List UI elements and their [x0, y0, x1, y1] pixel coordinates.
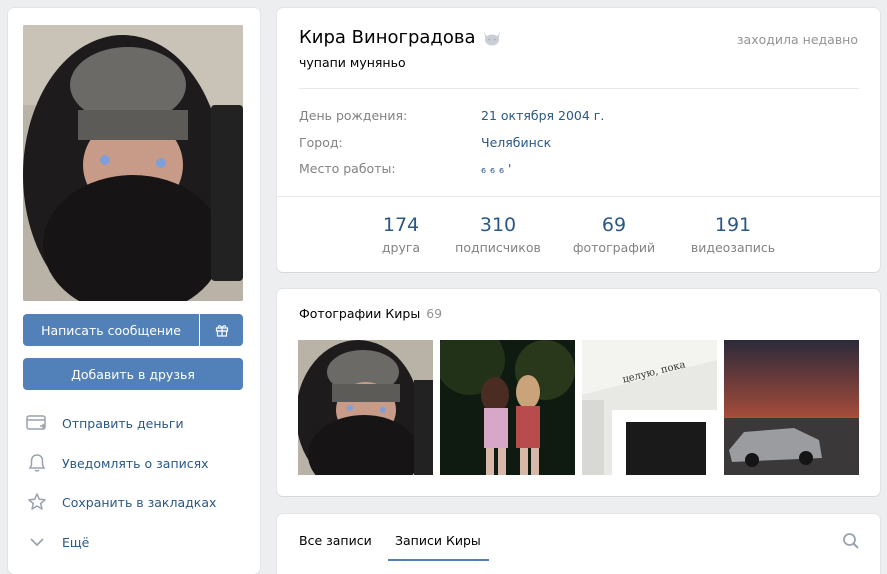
wall-card: Все записи Записи Киры — [277, 514, 880, 574]
counter-friends[interactable]: 174 друга — [369, 214, 433, 255]
page-title: Кира Виноградова — [299, 27, 502, 48]
cat-emoji-icon — [482, 29, 502, 47]
chevron-down-icon — [25, 530, 49, 554]
counter-number: 174 — [382, 214, 420, 236]
info-key: Город: — [299, 135, 343, 150]
notify-posts-label: Уведомлять о записях — [62, 455, 209, 471]
counter-number: 191 — [714, 214, 752, 236]
photos-count: 69 — [426, 306, 443, 321]
divider — [277, 196, 880, 197]
send-money-action[interactable]: Отправить деньги — [25, 408, 245, 438]
bookmark-action[interactable]: Сохранить в закладках — [25, 487, 245, 517]
counter-caption: друга — [381, 240, 421, 255]
work-link[interactable]: ₆ ₆ ₆ ' — [481, 161, 511, 176]
star-icon — [25, 490, 49, 514]
profile-info-card: Кира Виноградова чупапи муняньо заходила… — [277, 8, 880, 272]
add-friend-button[interactable]: Добавить в друзья — [23, 358, 243, 390]
money-icon — [25, 411, 49, 435]
photos-card: Фотографии Киры 69 целую, пока — [277, 289, 880, 496]
bell-icon — [25, 451, 49, 475]
bookmark-label: Сохранить в закладках — [62, 494, 217, 510]
divider — [299, 88, 859, 89]
counter-number: 69 — [601, 214, 627, 236]
photo-thumbnail[interactable] — [724, 340, 859, 475]
counter-caption: подписчиков — [455, 240, 541, 255]
city-link[interactable]: Челябинск — [481, 135, 551, 150]
more-label: Ещё — [62, 534, 90, 550]
counter-followers[interactable]: 310 подписчиков — [448, 214, 548, 255]
photo-thumbnail[interactable] — [298, 340, 433, 475]
gift-icon — [215, 325, 228, 337]
search-icon[interactable] — [842, 532, 860, 554]
info-key: Место работы: — [299, 161, 396, 176]
send-money-label: Отправить деньги — [62, 415, 184, 431]
photo-thumbnail[interactable]: целую, пока — [582, 340, 717, 475]
info-key: День рождения: — [299, 108, 408, 123]
birthday-link[interactable]: 21 октября 2004 г. — [481, 108, 604, 123]
photo-thumbnail[interactable] — [440, 340, 575, 475]
profile-status: чупапи муняньо — [299, 55, 406, 70]
tab-all-posts[interactable]: Все записи — [299, 533, 372, 548]
counter-caption: фотографий — [572, 240, 656, 255]
counter-photos[interactable]: 69 фотографий — [568, 214, 660, 255]
online-status: заходила недавно — [736, 32, 858, 47]
counter-videos[interactable]: 191 видеозапись — [681, 214, 785, 255]
notify-posts-action[interactable]: Уведомлять о записях — [25, 448, 245, 478]
profile-name: Кира Виноградова — [299, 27, 476, 48]
profile-counters: 174 друга 310 подписчиков 69 фотографий … — [277, 204, 880, 272]
avatar[interactable] — [23, 25, 243, 301]
counter-number: 310 — [479, 214, 517, 236]
counter-caption: видеозапись — [690, 240, 776, 255]
write-message-button[interactable]: Написать сообщение — [23, 314, 199, 346]
active-tab-indicator — [388, 559, 489, 561]
profile-sidebar: Написать сообщение Добавить в друзья Отп… — [8, 8, 260, 574]
tab-kira-posts[interactable]: Записи Киры — [395, 533, 481, 548]
gift-button[interactable] — [200, 314, 243, 346]
photos-header[interactable]: Фотографии Киры 69 — [299, 306, 442, 321]
more-action[interactable]: Ещё — [25, 527, 245, 557]
photos-title: Фотографии Киры — [299, 306, 421, 321]
